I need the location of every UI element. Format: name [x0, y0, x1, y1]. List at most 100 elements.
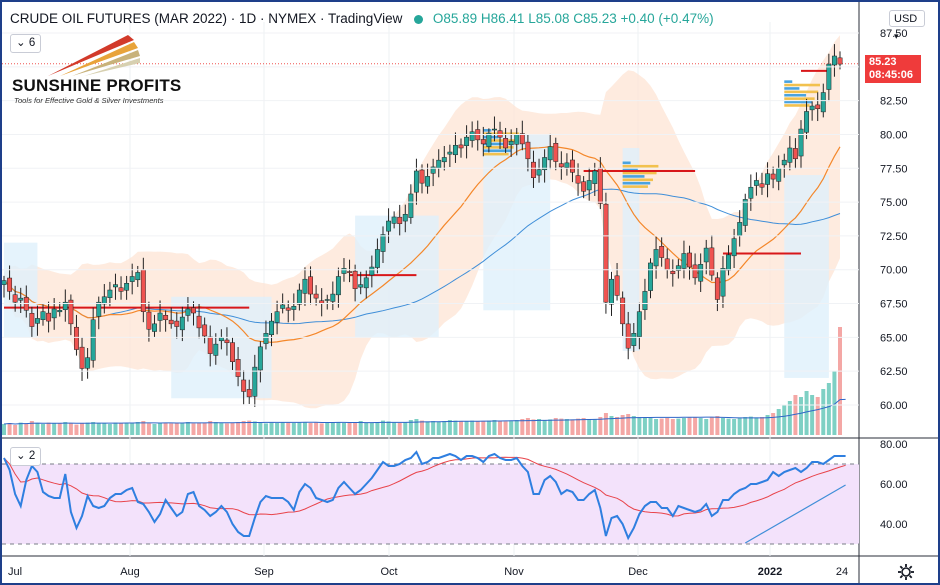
volume-bar	[18, 422, 23, 435]
candle-body	[74, 326, 79, 350]
volume-bar	[804, 391, 809, 435]
rsi-y-tick-label: 60.00	[880, 479, 908, 491]
rsi-toggle-button[interactable]: ⌄ 2	[10, 447, 42, 466]
y-tick-label: 75.00	[880, 197, 908, 209]
volume-bar	[693, 417, 698, 435]
candle-body	[118, 287, 124, 292]
volume-profile-bar	[622, 171, 657, 175]
candle-body	[391, 216, 397, 224]
volume-bar	[375, 422, 380, 435]
candle-body	[347, 271, 352, 273]
candle-body	[358, 284, 364, 288]
volume-bar	[191, 423, 196, 435]
candle-body	[202, 324, 208, 337]
volume-profile-bar	[784, 80, 793, 83]
candle-body	[503, 138, 509, 149]
y-tick-label: 67.50	[880, 299, 908, 311]
candle-body	[296, 289, 302, 305]
volume-bar	[230, 422, 235, 435]
chart-title: CRUDE OIL FUTURES (MAR 2022) · 1D · NYME…	[10, 11, 403, 26]
volume-bar	[63, 422, 68, 435]
candle-body	[759, 183, 765, 188]
logo-rays-icon	[48, 35, 140, 76]
y-tick-label: 70.00	[880, 265, 908, 277]
currency-selector[interactable]: USD ▾	[889, 10, 925, 41]
rsi-y-tick-label: 80.00	[880, 439, 908, 451]
candle-body	[291, 306, 297, 310]
candle-body	[564, 162, 570, 168]
volume-bar	[676, 418, 681, 435]
volume-bar	[263, 423, 268, 435]
volume-bar	[559, 418, 564, 435]
volume-bar	[96, 423, 101, 435]
candle-body	[547, 146, 553, 161]
candle-body	[235, 359, 241, 377]
volume-bar	[748, 416, 753, 435]
volume-bar	[241, 421, 246, 435]
volume-bar	[46, 422, 51, 435]
volume-profile-bar	[622, 161, 631, 165]
volume-bar	[403, 422, 408, 435]
candle-body	[335, 276, 341, 296]
volume-bar	[815, 397, 820, 435]
candle-body	[776, 168, 782, 182]
volume-bar	[726, 418, 731, 435]
volume-bar	[113, 422, 118, 435]
volume-bar	[798, 397, 803, 435]
candle-body	[280, 304, 286, 309]
volume-bar	[280, 422, 285, 435]
candle-body	[313, 293, 319, 299]
candle-body	[29, 313, 35, 327]
volume-bar	[102, 423, 107, 435]
candle-body	[191, 307, 196, 314]
volume-bar	[330, 422, 335, 435]
y-tick-label: 77.50	[880, 163, 908, 175]
candle-body	[692, 264, 698, 279]
candle-body	[369, 266, 375, 276]
candle-body	[341, 268, 347, 274]
y-tick-label: 80.00	[880, 129, 908, 141]
candle-body	[664, 258, 670, 270]
logo-tagline: Tools for Effective Gold & Silver Invest…	[14, 96, 164, 105]
volume-bar	[219, 423, 224, 435]
candle-body	[380, 234, 386, 252]
candle-body	[469, 131, 475, 141]
volume-bar	[252, 421, 257, 435]
candle-body	[731, 238, 737, 257]
volume-bar	[810, 395, 815, 435]
volume-bar	[224, 423, 229, 435]
settings-gear-icon[interactable]	[897, 563, 915, 581]
candle-body	[681, 253, 687, 269]
candle-body	[224, 339, 230, 344]
candle-body	[246, 389, 252, 398]
candle-body	[553, 143, 559, 162]
x-tick-label: 24	[836, 566, 848, 578]
candle-body	[586, 180, 592, 191]
volume-bar	[146, 423, 151, 435]
candle-body	[748, 186, 754, 199]
volume-bar	[514, 420, 519, 435]
rsi-zone	[2, 464, 859, 544]
volume-bar	[2, 424, 6, 435]
candle-body	[113, 284, 118, 288]
x-tick-label: Jul	[8, 566, 22, 578]
candle-body	[642, 291, 648, 310]
candle-body	[687, 252, 692, 268]
x-tick-label: 2022	[758, 566, 782, 578]
candle-body	[174, 320, 180, 327]
y-tick-label: 72.50	[880, 231, 908, 243]
candle-body	[274, 311, 280, 323]
volume-bar	[548, 419, 553, 435]
volume-bar	[336, 422, 341, 435]
volume-bar	[592, 419, 597, 435]
volume-bar	[665, 418, 670, 435]
candle-body	[51, 308, 57, 319]
volume-profile-zone	[622, 147, 640, 351]
volume-bar	[720, 418, 725, 435]
volume-profile-bar	[784, 93, 807, 97]
candle-body	[831, 55, 837, 66]
volume-bar	[414, 419, 419, 435]
volume-bar	[185, 422, 190, 435]
volume-bar	[564, 419, 569, 435]
candle-body	[625, 323, 631, 349]
